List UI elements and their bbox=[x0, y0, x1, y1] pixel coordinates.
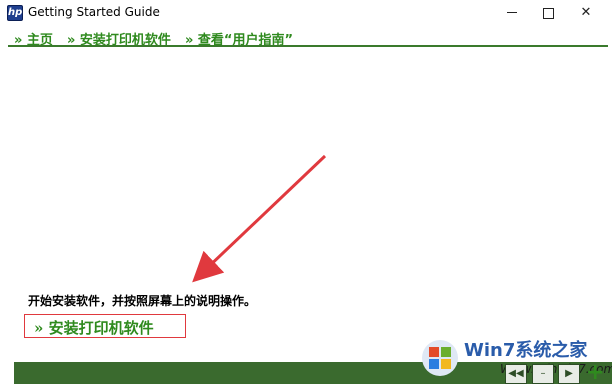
windows-logo-icon bbox=[422, 340, 458, 376]
watermark-brand: Win7系统之家 bbox=[464, 340, 588, 361]
title-bar: hp Getting Started Guide ✕ bbox=[0, 0, 612, 26]
forward-button[interactable]: ▶ bbox=[558, 364, 580, 384]
nav-divider bbox=[8, 45, 608, 47]
minimize-button[interactable] bbox=[492, 0, 532, 26]
install-link-label: » 安装打印机软件 bbox=[34, 319, 154, 337]
close-button[interactable]: ✕ bbox=[566, 0, 606, 26]
plus-button[interactable]: + bbox=[586, 360, 604, 385]
app-window: hp Getting Started Guide ✕ » 主页 » 安装打印机软… bbox=[0, 0, 612, 386]
install-printer-software-link[interactable]: » 安装打印机软件 bbox=[24, 314, 186, 338]
hp-app-icon: hp bbox=[7, 5, 23, 21]
close-icon: ✕ bbox=[580, 5, 592, 20]
minimize-icon bbox=[507, 12, 517, 13]
maximize-button[interactable] bbox=[528, 0, 568, 26]
back-button[interactable]: ◀◀ bbox=[505, 364, 527, 384]
maximize-icon bbox=[543, 8, 554, 19]
nav-bar: » 主页 » 安装打印机软件 » 查看“用户指南” bbox=[0, 28, 612, 48]
install-instruction-text: 开始安装软件，并按照屏幕上的说明操作。 bbox=[28, 294, 257, 308]
window-title: Getting Started Guide bbox=[28, 5, 160, 19]
middle-button[interactable]: – bbox=[532, 364, 554, 384]
